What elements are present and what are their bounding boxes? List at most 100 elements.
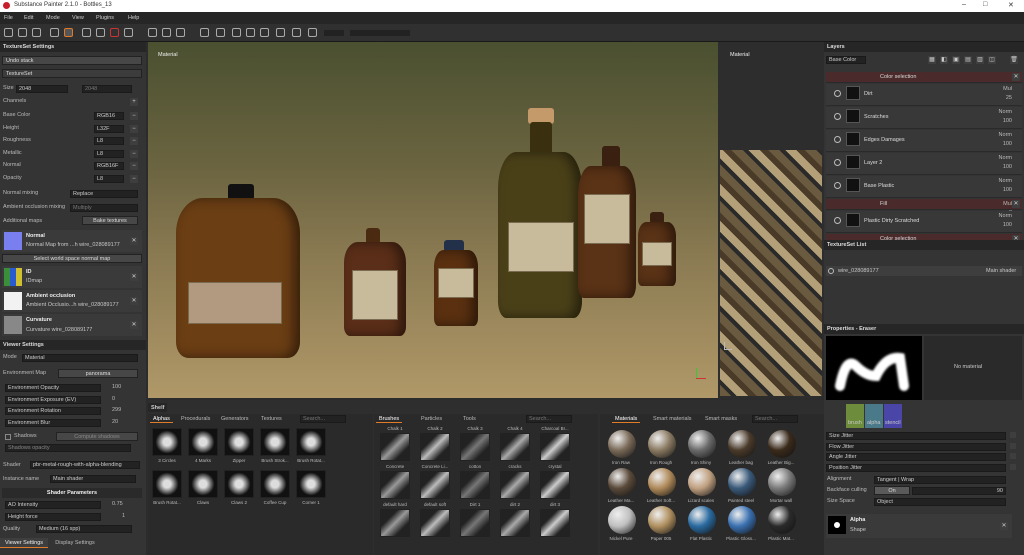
visibility-eye-icon[interactable] xyxy=(834,159,841,166)
geometry-mask-icon[interactable] xyxy=(176,28,185,37)
remove-channel-icon[interactable]: − xyxy=(130,162,138,170)
paint-tool-icon[interactable] xyxy=(4,28,13,37)
world-space-normal-button[interactable]: Select world space normal map xyxy=(2,254,142,263)
curvature-map-slot[interactable]: Curvature Curvature wire_028089177 ✕ xyxy=(2,314,142,336)
split-view-icon[interactable] xyxy=(216,28,225,37)
add-fill-icon[interactable]: ▣ xyxy=(952,56,960,64)
alpha-thumb[interactable] xyxy=(152,428,182,456)
tab-procedurals[interactable]: Procedurals xyxy=(178,414,213,423)
display-settings-tab[interactable]: Display Settings xyxy=(50,538,100,548)
add-folder-icon[interactable]: ▥ xyxy=(976,56,984,64)
tab-particles[interactable]: Particles xyxy=(418,414,445,423)
layer-row[interactable]: Fill Mul 8 ✕ xyxy=(826,199,1022,216)
tab-tools[interactable]: Tools xyxy=(460,414,479,423)
brush-thumb[interactable] xyxy=(500,509,530,537)
quality-select[interactable]: Medium (16 spp) xyxy=(36,525,132,533)
normal-map-slot[interactable]: Normal Normal Map from ...h wire_0280891… xyxy=(2,230,142,252)
channel-format-select[interactable]: RGB16F xyxy=(94,162,124,170)
size-select-2[interactable]: 2048 xyxy=(82,85,132,93)
menu-edit[interactable]: Edit xyxy=(24,15,33,21)
channel-format-select[interactable]: L8 xyxy=(94,174,124,183)
alpha-slot[interactable]: Alpha Shape ✕ xyxy=(826,514,1012,538)
layer-row[interactable]: Scratches Norm 100 xyxy=(826,107,1022,129)
undo-stack-button[interactable]: Undo stack xyxy=(2,56,142,65)
brush-thumb[interactable] xyxy=(540,509,570,537)
jitter-pen-icon[interactable] xyxy=(1010,442,1016,449)
material-sphere[interactable] xyxy=(728,468,756,496)
visibility-eye-icon[interactable] xyxy=(834,182,841,189)
jitter-slider[interactable]: Position Jitter xyxy=(826,463,1006,472)
brush-thumb[interactable] xyxy=(380,471,410,499)
menu-plugins[interactable]: Plugins xyxy=(96,15,114,21)
smudge-icon[interactable] xyxy=(110,28,119,37)
projection-icon[interactable] xyxy=(82,28,91,37)
toolbar-slider[interactable] xyxy=(350,30,410,36)
physical-paint-icon[interactable] xyxy=(18,28,27,37)
brush-thumb[interactable] xyxy=(420,471,450,499)
channel-format-select[interactable]: L32F xyxy=(94,124,124,133)
layer-row[interactable]: Dirt Mul 25 xyxy=(826,84,1022,106)
menu-view[interactable]: View xyxy=(72,15,84,21)
visibility-eye-icon[interactable] xyxy=(834,217,841,224)
brush-thumb[interactable] xyxy=(460,433,490,461)
material-sphere[interactable] xyxy=(688,506,716,534)
alpha-thumb[interactable] xyxy=(224,428,254,456)
clone-icon[interactable] xyxy=(96,28,105,37)
maximize-icon[interactable]: □ xyxy=(983,1,987,8)
alpha-thumb[interactable] xyxy=(296,428,326,456)
height-force-slider[interactable]: Height force xyxy=(5,513,101,521)
material-sphere[interactable] xyxy=(728,506,756,534)
add-layer-icon[interactable]: ▤ xyxy=(964,56,972,64)
tab-materials[interactable]: Materials xyxy=(612,414,641,423)
jitter-pen-icon[interactable] xyxy=(1010,432,1016,438)
cube-icon[interactable] xyxy=(276,28,285,37)
materials-search-input[interactable]: Search... xyxy=(752,415,798,423)
layer-row[interactable]: Plastic Dirty Scratched Norm 100 xyxy=(826,211,1022,233)
shadows-checkbox[interactable] xyxy=(5,434,11,440)
tab-generators[interactable]: Generators xyxy=(218,414,252,423)
brush-thumb[interactable] xyxy=(380,433,410,461)
viewport-3d[interactable]: Material xyxy=(148,42,718,398)
textureset-tab[interactable]: TextureSet xyxy=(2,69,142,78)
symmetry-icon[interactable] xyxy=(292,28,301,37)
tab-alphas[interactable]: Alphas xyxy=(150,414,173,423)
remove-channel-icon[interactable]: − xyxy=(130,112,138,120)
material-sphere[interactable] xyxy=(688,468,716,496)
remove-normal-icon[interactable]: ✕ xyxy=(130,237,138,245)
textureset-item[interactable]: wire_028089177 Main shader xyxy=(826,266,1022,276)
brush-thumb[interactable] xyxy=(460,471,490,499)
duplicate-icon[interactable]: ◫ xyxy=(988,56,996,64)
picker-icon[interactable] xyxy=(124,28,133,37)
brush-thumb[interactable] xyxy=(380,509,410,537)
close-icon[interactable]: ✕ xyxy=(1008,1,1014,9)
alpha-thumb[interactable] xyxy=(152,470,182,498)
remove-channel-icon[interactable]: − xyxy=(130,124,138,133)
eraser-icon[interactable] xyxy=(50,28,59,37)
brush-tile[interactable]: brush xyxy=(846,404,864,428)
delete-layer-icon[interactable]: 🗑 xyxy=(1010,56,1018,64)
jitter-pen-icon[interactable] xyxy=(1010,453,1016,459)
size-select[interactable]: 2048 xyxy=(16,85,68,93)
visibility-eye-icon[interactable] xyxy=(828,268,834,274)
material-sphere[interactable] xyxy=(648,430,676,458)
alpha-thumb[interactable] xyxy=(260,470,290,498)
brush-thumb[interactable] xyxy=(540,433,570,461)
env-slider[interactable]: Environment Rotation xyxy=(5,407,101,415)
brush-thumb[interactable] xyxy=(460,509,490,537)
compute-shadows-button[interactable]: Compute shadows xyxy=(56,432,138,441)
minimize-icon[interactable]: – xyxy=(962,1,966,8)
material-sphere[interactable] xyxy=(648,468,676,496)
bake-textures-button[interactable]: Bake textures xyxy=(82,216,138,225)
brush-thumb[interactable] xyxy=(420,433,450,461)
shader-parameters-header[interactable]: Shader Parameters xyxy=(2,488,142,498)
material-sphere[interactable] xyxy=(608,468,636,496)
layer-row[interactable]: Edges Damages Norm 100 xyxy=(826,130,1022,152)
material-sphere[interactable] xyxy=(608,506,636,534)
brushes-search-input[interactable]: Search... xyxy=(526,415,572,423)
alpha-thumb[interactable] xyxy=(224,470,254,498)
add-mask-icon[interactable]: ◧ xyxy=(940,56,948,64)
tab-textures[interactable]: Textures xyxy=(258,414,285,423)
backface-culling-toggle[interactable]: On xyxy=(874,486,910,495)
grid-view-icon[interactable] xyxy=(200,28,209,37)
env-slider[interactable]: Environment Blur xyxy=(5,418,101,427)
